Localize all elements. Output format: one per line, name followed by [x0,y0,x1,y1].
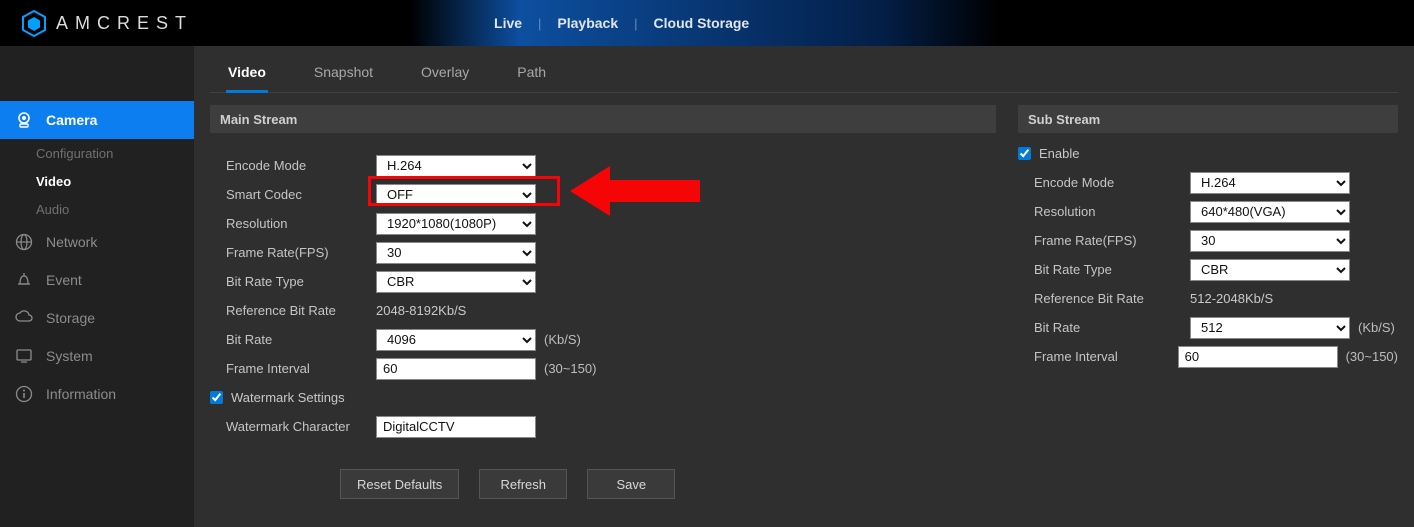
tab-overlay[interactable]: Overlay [421,64,469,80]
sidebar-item-event[interactable]: Event [0,261,194,299]
topnav-playback[interactable]: Playback [541,15,634,31]
tab-path[interactable]: Path [517,64,546,80]
input-frame-interval[interactable] [376,358,536,380]
label-sub-bitrate: Bit Rate [1034,320,1190,335]
select-bitrate[interactable]: 4096 [376,329,536,351]
label-sub-refbr: Reference Bit Rate [1034,291,1190,306]
top-nav: Live | Playback | Cloud Storage [478,15,765,31]
select-sub-brtype[interactable]: CBR [1190,259,1350,281]
network-icon [14,232,34,252]
hex-logo-icon [22,10,46,37]
sidebar-item-network[interactable]: Network [0,223,194,261]
select-encode-mode[interactable]: H.264 [376,155,536,177]
sidebar-label: System [46,348,93,364]
brand-logo: AMCREST [22,10,193,37]
sidebar-item-system[interactable]: System [0,337,194,375]
label-fps: Frame Rate(FPS) [226,245,376,260]
label-watermark: Watermark Settings [231,390,345,405]
label-watermark-char: Watermark Character [226,419,376,434]
sidebar-item-information[interactable]: Information [0,375,194,413]
refresh-button[interactable]: Refresh [479,469,567,499]
content-area: Video Snapshot Overlay Path Main Stream … [194,46,1414,527]
info-icon [14,384,34,404]
label-resolution: Resolution [226,216,376,231]
sidebar-label: Network [46,234,97,250]
label-bitrate: Bit Rate [226,332,376,347]
suffix-sub-finterval: (30~150) [1346,349,1398,364]
camera-icon [14,110,34,130]
select-sub-resolution[interactable]: 640*480(VGA) [1190,201,1350,223]
sub-stream-pane: Sub Stream Enable Encode Mode H.264 Reso… [1018,105,1398,499]
main-stream-pane: Main Stream Encode Mode H.264 Smart Code… [210,105,996,499]
label-encode-mode: Encode Mode [226,158,376,173]
label-sub-resolution: Resolution [1034,204,1190,219]
button-row: Reset Defaults Refresh Save [340,469,996,499]
main-stream-header: Main Stream [210,105,996,133]
label-frame-interval: Frame Interval [226,361,376,376]
label-sub-finterval: Frame Interval [1034,349,1178,364]
system-icon [14,346,34,366]
label-smart-codec: Smart Codec [226,187,376,202]
storage-icon [14,308,34,328]
select-bitrate-type[interactable]: CBR [376,271,536,293]
suffix-sub-bitrate: (Kb/S) [1358,320,1395,335]
label-sub-enable: Enable [1039,146,1079,161]
checkbox-watermark[interactable] [210,391,223,404]
sidebar-label: Information [46,386,116,402]
sidebar-item-camera[interactable]: Camera [0,101,194,139]
sidebar-label: Event [46,272,82,288]
select-sub-bitrate[interactable]: 512 [1190,317,1350,339]
checkbox-sub-enable[interactable] [1018,147,1031,160]
app-header: AMCREST Live | Playback | Cloud Storage [0,0,1414,46]
sidebar: Camera Configuration Video Audio Network… [0,46,194,527]
value-sub-refbr: 512-2048Kb/S [1190,291,1273,306]
select-sub-fps[interactable]: 30 [1190,230,1350,252]
tab-video[interactable]: Video [228,64,266,80]
tab-snapshot[interactable]: Snapshot [314,64,373,80]
select-smart-codec[interactable]: OFF [376,184,536,206]
input-watermark-char[interactable] [376,416,536,438]
label-sub-fps: Frame Rate(FPS) [1034,233,1190,248]
event-icon [14,270,34,290]
sidebar-sub-video[interactable]: Video [0,167,194,195]
select-resolution[interactable]: 1920*1080(1080P) [376,213,536,235]
value-ref-bitrate: 2048-8192Kb/S [376,303,466,318]
sidebar-sub-configuration[interactable]: Configuration [0,139,194,167]
sidebar-label: Storage [46,310,95,326]
tabs: Video Snapshot Overlay Path [210,58,1398,93]
topnav-cloud-storage[interactable]: Cloud Storage [638,15,766,31]
select-fps[interactable]: 30 [376,242,536,264]
label-sub-encode: Encode Mode [1034,175,1190,190]
sidebar-item-storage[interactable]: Storage [0,299,194,337]
save-button[interactable]: Save [587,469,675,499]
brand-text: AMCREST [56,13,193,34]
input-sub-finterval[interactable] [1178,346,1338,368]
topnav-live[interactable]: Live [478,15,538,31]
label-bitrate-type: Bit Rate Type [226,274,376,289]
reset-defaults-button[interactable]: Reset Defaults [340,469,459,499]
suffix-bitrate: (Kb/S) [544,332,581,347]
sub-stream-header: Sub Stream [1018,105,1398,133]
sidebar-label: Camera [46,112,97,128]
suffix-frame-interval: (30~150) [544,361,596,376]
select-sub-encode[interactable]: H.264 [1190,172,1350,194]
label-ref-bitrate: Reference Bit Rate [226,303,376,318]
label-sub-brtype: Bit Rate Type [1034,262,1190,277]
sidebar-sub-audio[interactable]: Audio [0,195,194,223]
